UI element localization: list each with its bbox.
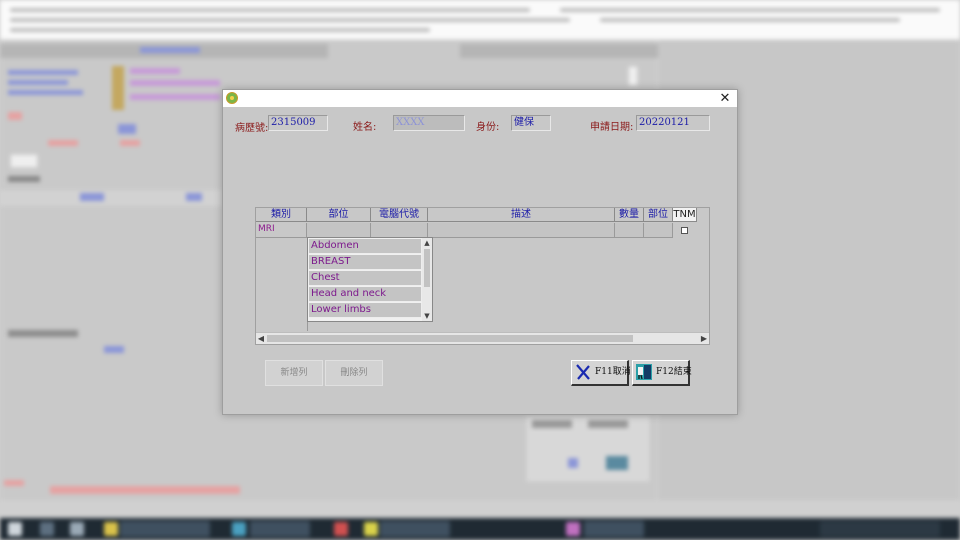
name-field[interactable]: XXXX (393, 115, 465, 131)
cancel-button[interactable]: F11取消 (571, 360, 631, 386)
cell-description[interactable] (428, 223, 615, 238)
exit-door-icon (636, 364, 652, 380)
scroll-thumb[interactable] (267, 335, 633, 342)
close-button[interactable]: ✕ (717, 91, 733, 106)
dropdown-scrollbar[interactable]: ▲ ▼ (422, 238, 432, 321)
cell-category[interactable]: MRI (256, 223, 307, 238)
identity-label: 身份: (476, 122, 500, 133)
app-icon (226, 92, 238, 104)
grid-horizontal-scrollbar[interactable]: ◀ ▶ (256, 332, 709, 344)
column-header-site2[interactable]: 部位 (644, 208, 673, 222)
cell-code[interactable] (371, 223, 428, 238)
site-option-chest[interactable]: Chest (309, 271, 422, 286)
site-option-abdomen[interactable]: Abdomen (309, 239, 422, 254)
cancel-button-label: F11取消 (595, 367, 631, 377)
cancel-x-icon (576, 364, 590, 380)
add-row-button[interactable]: 新增列 (265, 360, 323, 386)
background-toolbar (0, 0, 960, 40)
dropdown-scroll-thumb[interactable] (424, 249, 430, 287)
column-header-tnm[interactable]: TNM (673, 208, 697, 222)
column-header-code[interactable]: 電腦代號 (371, 208, 428, 222)
order-dialog: ✕ 病歷號: 2315009 姓名: XXXX 身份: 健保 申請日期: 202… (222, 89, 738, 415)
delete-row-button[interactable]: 刪除列 (325, 360, 383, 386)
identity-field[interactable]: 健保 (511, 115, 551, 131)
chevron-up-icon[interactable]: ▲ (422, 238, 432, 248)
apply-date-label: 申請日期: (590, 122, 634, 133)
site-option-lower-limbs[interactable]: Lower limbs (309, 303, 422, 318)
column-header-site[interactable]: 部位 (307, 208, 371, 222)
cell-site[interactable] (307, 223, 371, 238)
tnm-checkbox[interactable] (681, 227, 688, 234)
column-header-description[interactable]: 描述 (428, 208, 615, 222)
chart-number-field[interactable]: 2315009 (268, 115, 328, 131)
dialog-titlebar: ✕ (223, 90, 737, 107)
cell-site2[interactable] (644, 223, 673, 238)
column-header-quantity[interactable]: 數量 (615, 208, 644, 222)
cell-quantity[interactable] (615, 223, 644, 238)
site-option-breast[interactable]: BREAST (309, 255, 422, 270)
column-header-category[interactable]: 類別 (256, 208, 307, 222)
site-dropdown-list[interactable]: Abdomen BREAST Chest Head and neck Lower… (307, 237, 433, 322)
finish-button[interactable]: F12結束 (632, 360, 692, 386)
site-option-head-and-neck[interactable]: Head and neck (309, 287, 422, 302)
finish-button-label: F12結束 (656, 367, 692, 377)
chart-number-label: 病歷號: (235, 123, 269, 134)
taskbar (0, 518, 960, 540)
name-label: 姓名: (353, 122, 377, 133)
chevron-down-icon[interactable]: ▼ (422, 311, 432, 321)
apply-date-field[interactable]: 20220121 (636, 115, 710, 131)
scroll-left-icon[interactable]: ◀ (256, 333, 266, 344)
scroll-right-icon[interactable]: ▶ (699, 333, 709, 344)
